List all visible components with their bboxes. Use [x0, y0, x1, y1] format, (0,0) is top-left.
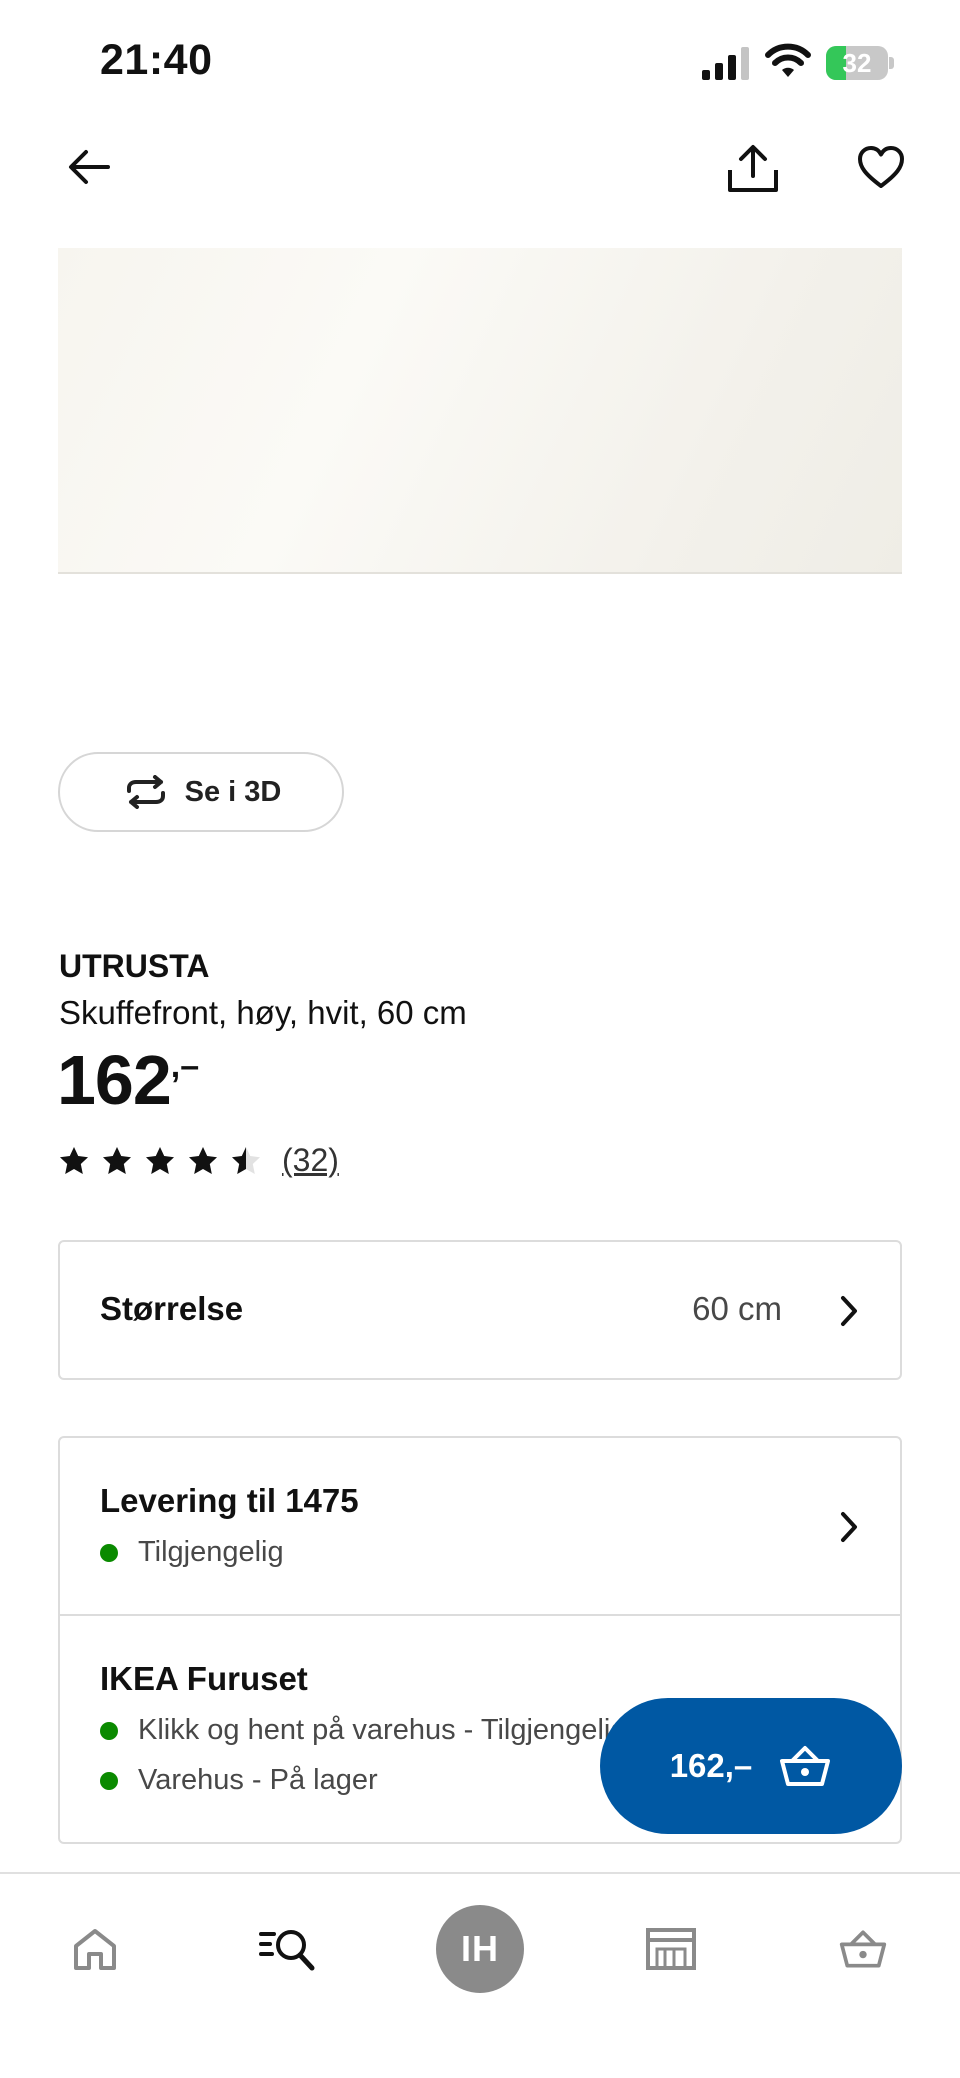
- star-icon: [146, 1146, 174, 1174]
- home-icon: [74, 1929, 116, 1970]
- battery-charging-icon: 32: [826, 46, 894, 80]
- chevron-right-icon: [841, 1296, 857, 1326]
- delivery-status: Tilgjengelig: [100, 1536, 284, 1569]
- view-in-3d-button[interactable]: Se i 3D: [58, 752, 344, 832]
- star-icon: [232, 1146, 260, 1174]
- share-button[interactable]: [718, 134, 788, 204]
- available-dot: [100, 1543, 118, 1562]
- back-arrow-icon: [69, 150, 110, 184]
- signal-icon: [702, 47, 749, 80]
- store-status-text: Klikk og hent på varehus - Tilgjengelig: [138, 1714, 627, 1746]
- share-icon: [728, 145, 778, 192]
- size-label: Størrelse: [100, 1290, 244, 1327]
- star-icon: [60, 1146, 88, 1174]
- status-bar: 21:40 32: [0, 0, 960, 120]
- store-title: IKEA Furuset: [100, 1660, 308, 1697]
- favorite-button[interactable]: [848, 134, 914, 200]
- rating-stars: [58, 1145, 262, 1177]
- view-in-3d-label: Se i 3D: [184, 775, 282, 808]
- add-to-cart-button[interactable]: 162,–: [600, 1698, 902, 1834]
- basket-icon: [780, 1746, 831, 1786]
- delivery-title: Levering til 1475: [100, 1482, 359, 1519]
- status-time: 21:40: [100, 36, 213, 84]
- size-value: 60 cm: [692, 1290, 782, 1327]
- price-suffix: ,–: [170, 1047, 200, 1085]
- nav-profile[interactable]: IH: [425, 1894, 535, 2004]
- product-name: UTRUSTA: [59, 948, 210, 984]
- store-status-text: Varehus - På lager: [138, 1764, 378, 1796]
- available-dot: [100, 1721, 118, 1740]
- store-status-line: Varehus - På lager: [100, 1764, 378, 1797]
- product-price: 162 ,–: [57, 1040, 199, 1120]
- basket-icon: [839, 1930, 887, 1968]
- bottom-navigation: IH: [0, 1872, 960, 2078]
- nav-search[interactable]: [232, 1894, 342, 2004]
- size-selector[interactable]: Størrelse 60 cm: [58, 1240, 902, 1380]
- product-description: Skuffefront, høy, hvit, 60 cm: [59, 994, 467, 1031]
- heart-icon: [858, 146, 904, 188]
- available-dot: [100, 1771, 118, 1790]
- product-image[interactable]: [58, 248, 902, 574]
- store-icon: [646, 1928, 696, 1970]
- nav-stores[interactable]: [616, 1894, 726, 2004]
- nav-home[interactable]: [40, 1894, 150, 2004]
- battery-level: 32: [842, 48, 872, 78]
- rating-count-link[interactable]: (32): [282, 1142, 339, 1179]
- price-integer: 162: [57, 1041, 172, 1119]
- star-icon: [103, 1146, 131, 1174]
- back-button[interactable]: [56, 134, 122, 200]
- star-icon: [189, 1146, 217, 1174]
- store-status-line: Klikk og hent på varehus - Tilgjengelig: [100, 1714, 626, 1747]
- rating[interactable]: (32): [58, 1142, 339, 1179]
- delivery-status-text: Tilgjengelig: [138, 1536, 284, 1568]
- delivery-row[interactable]: Levering til 1475 Tilgjengelig: [60, 1438, 900, 1616]
- wifi-icon: [765, 43, 811, 77]
- search-icon: [259, 1930, 315, 1971]
- chevron-right-icon: [841, 1512, 857, 1542]
- cart-button-price: 162,–: [669, 1747, 753, 1784]
- profile-avatar: IH: [436, 1905, 524, 1993]
- nav-cart[interactable]: [808, 1894, 918, 2004]
- rotate-3d-icon: [126, 775, 165, 809]
